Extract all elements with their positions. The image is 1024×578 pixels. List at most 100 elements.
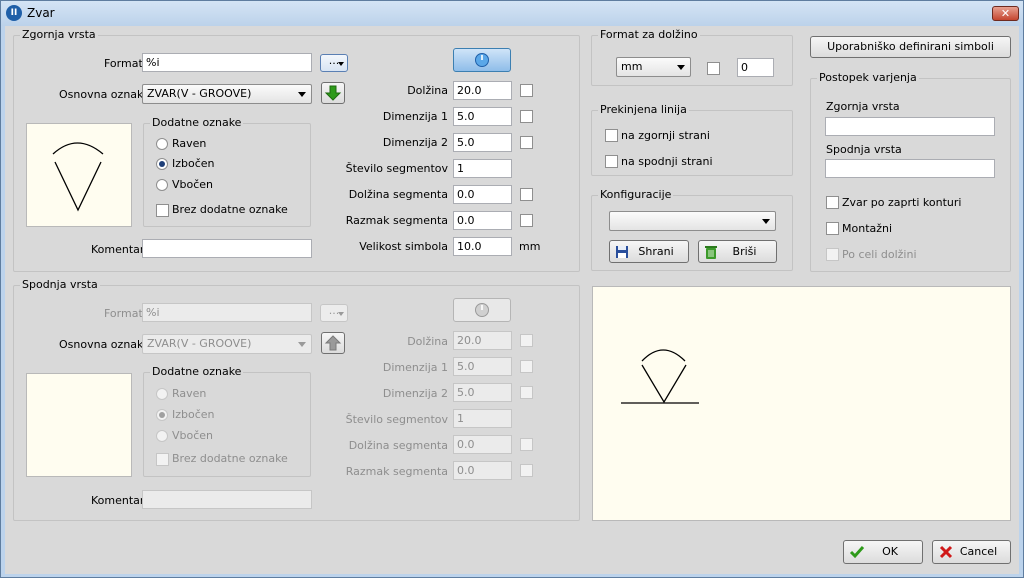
upper-basic-select[interactable]: ZVAR(V - GROOVE) [142, 84, 312, 104]
configuration-select[interactable] [609, 211, 776, 231]
closed-contour-checkbox[interactable] [826, 196, 839, 209]
upper-dim2-checkbox[interactable] [520, 136, 533, 149]
upper-no-extra-checkbox[interactable] [156, 204, 169, 217]
chevron-down-icon [677, 65, 685, 70]
lower-segcount-label: Število segmentov [345, 413, 448, 426]
trash-icon [705, 246, 717, 259]
save-config-button[interactable]: Shrani [609, 240, 689, 263]
upper-dim1-label: Dimenzija 1 [382, 110, 448, 123]
upper-comment-input[interactable] [142, 239, 312, 258]
cancel-button[interactable]: Cancel [932, 540, 1011, 564]
ok-button[interactable]: OK [843, 540, 923, 564]
lower-seglen-label: Dolžina segmenta [348, 439, 448, 452]
lower-comment-label: Komentar [91, 494, 145, 507]
upper-extra-title: Dodatne oznake [150, 116, 244, 129]
floppy-disk-icon [616, 246, 628, 258]
lower-segspace-checkbox[interactable] [520, 464, 533, 477]
app-icon: II [6, 5, 22, 21]
upper-dim2-input[interactable]: 5.0 [453, 133, 512, 152]
lower-radio-convex[interactable] [156, 409, 168, 421]
lower-dim2-input[interactable]: 5.0 [453, 383, 512, 402]
lower-length-input[interactable]: 20.0 [453, 331, 512, 350]
upper-dim2-label: Dimenzija 2 [382, 136, 448, 149]
upper-radio-concave[interactable] [156, 179, 168, 191]
length-unit-select[interactable]: mm [616, 57, 691, 77]
lower-seglen-checkbox[interactable] [520, 438, 533, 451]
upper-radio-concave-label: Vbočen [172, 178, 214, 191]
chevron-down-icon [338, 312, 344, 316]
broken-upper-checkbox[interactable] [605, 129, 618, 142]
broken-lower-label: na spodnji strani [621, 155, 713, 168]
upper-dim1-input[interactable]: 5.0 [453, 107, 512, 126]
lower-radio-concave[interactable] [156, 430, 168, 442]
upper-no-extra-label: Brez dodatne oznake [172, 203, 288, 216]
lower-basic-label: Osnovna oznaka [59, 338, 150, 351]
broken-upper-label: na zgornji strani [621, 129, 710, 142]
lower-format-input[interactable]: %i [142, 303, 312, 322]
lower-no-extra-label: Brez dodatne oznake [172, 452, 288, 465]
lower-seglen-input[interactable]: 0.0 [453, 435, 512, 454]
welding-lower-input[interactable] [825, 159, 995, 178]
cancel-label: Cancel [959, 545, 998, 558]
weld-v-convex-symbol [52, 142, 104, 212]
broken-line-title: Prekinjena linija [598, 103, 689, 116]
upper-radio-flat-label: Raven [172, 137, 207, 150]
upper-symsize-label: Velikost simbola [359, 240, 448, 253]
lower-symbol-preview [26, 373, 132, 477]
upper-symsize-input[interactable]: 10.0 [453, 237, 512, 256]
upper-format-label: Format [104, 57, 143, 70]
close-icon[interactable]: ✕ [992, 6, 1019, 21]
lower-dim1-input[interactable]: 5.0 [453, 357, 512, 376]
lower-radio-flat-label: Raven [172, 387, 207, 400]
lower-radio-flat[interactable] [156, 388, 168, 400]
lower-length-label: Dolžina [407, 335, 448, 348]
upper-length-checkbox[interactable] [520, 84, 533, 97]
lower-toggle-button[interactable] [453, 298, 511, 322]
welding-upper-input[interactable] [825, 117, 995, 136]
lower-dim2-checkbox[interactable] [520, 386, 533, 399]
welding-process-title: Postopek varjenja [817, 71, 919, 84]
upper-seglen-input[interactable]: 0.0 [453, 185, 512, 204]
upper-segspace-checkbox[interactable] [520, 214, 533, 227]
lower-format-label: Format [104, 307, 143, 320]
save-config-label: Shrani [638, 245, 674, 258]
welding-upper-label: Zgornja vrsta [826, 100, 900, 113]
lower-comment-input[interactable] [142, 490, 312, 509]
full-length-checkbox[interactable] [826, 248, 839, 261]
length-format-title: Format za dolžino [598, 28, 700, 41]
weld-preview-canvas [592, 286, 1011, 521]
user-symbols-button[interactable]: Uporabniško definirani simboli [810, 36, 1011, 58]
lower-length-checkbox[interactable] [520, 334, 533, 347]
length-decimals-input[interactable]: 0 [737, 58, 774, 77]
lower-segspace-input[interactable]: 0.0 [453, 461, 512, 480]
welding-lower-label: Spodnja vrsta [826, 143, 902, 156]
upper-dim1-checkbox[interactable] [520, 110, 533, 123]
upper-seglen-checkbox[interactable] [520, 188, 533, 201]
upper-segcount-label: Število segmentov [345, 162, 448, 175]
lower-no-extra-checkbox[interactable] [156, 453, 169, 466]
lower-basic-select[interactable]: ZVAR(V - GROOVE) [142, 334, 312, 354]
ok-label: OK [882, 545, 898, 558]
lower-dim1-checkbox[interactable] [520, 360, 533, 373]
upper-toggle-button[interactable] [453, 48, 511, 72]
upper-row-title: Zgornja vrsta [20, 28, 98, 41]
configurations-title: Konfiguracije [598, 188, 674, 201]
upper-length-input[interactable]: 20.0 [453, 81, 512, 100]
upper-radio-convex[interactable] [156, 158, 168, 170]
chevron-down-icon [762, 219, 770, 224]
lower-extra-title: Dodatne oznake [150, 365, 244, 378]
upper-format-browse-button[interactable]: ... [320, 54, 348, 72]
length-format-checkbox[interactable] [707, 62, 720, 75]
lower-format-browse-button[interactable]: ... [320, 304, 348, 322]
weld-preview-symbol [621, 349, 699, 404]
upper-format-input[interactable]: %i [142, 53, 312, 72]
upper-segspace-input[interactable]: 0.0 [453, 211, 512, 230]
upper-seglen-label: Dolžina segmenta [348, 188, 448, 201]
dialog-window: II Zvar ✕ Zgornja vrsta Format %i ... Os… [0, 0, 1024, 578]
delete-config-button[interactable]: Briši [698, 240, 777, 263]
upper-segcount-input[interactable]: 1 [453, 159, 512, 178]
assembly-checkbox[interactable] [826, 222, 839, 235]
broken-lower-checkbox[interactable] [605, 155, 618, 168]
lower-segcount-input[interactable]: 1 [453, 409, 512, 428]
upper-radio-flat[interactable] [156, 138, 168, 150]
